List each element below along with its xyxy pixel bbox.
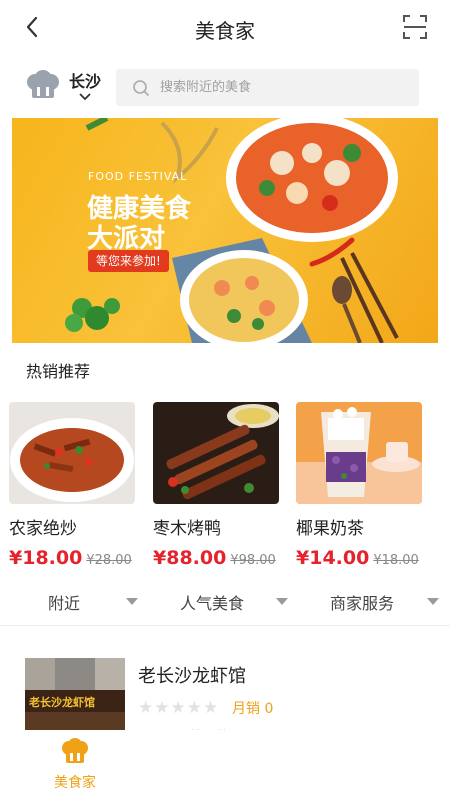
- rating-stars: ★★★★★: [138, 698, 220, 718]
- dish-old-price: ¥28.00: [86, 553, 132, 568]
- dropdown-triangle-icon[interactable]: [126, 598, 138, 605]
- shop-list-item[interactable]: 老长沙龙虾馆 老长沙龙虾馆 ★★★★★ 月销 0 岳麓区 | 特色菜: [0, 646, 450, 745]
- tab-label: 美食家: [54, 775, 96, 791]
- dish-name: 椰果奶茶: [296, 519, 364, 539]
- dish-old-price: ¥98.00: [230, 553, 276, 568]
- dish-price: ¥18.00: [9, 547, 83, 569]
- banner-join-button[interactable]: 等您来参加!: [88, 250, 169, 272]
- section-title-hot: 热销推荐: [26, 362, 91, 381]
- dish-price: ¥88.00: [153, 547, 227, 569]
- banner-subtitle: FOOD FESTIVAL: [88, 170, 188, 183]
- page-title: 美食家: [195, 19, 255, 43]
- sales-label: 月销: [232, 701, 260, 717]
- dish-name: 农家绝炒: [9, 519, 77, 539]
- dish-image: [9, 402, 135, 504]
- banner-food-illustration: [65, 118, 399, 343]
- chef-hat-icon: [62, 738, 88, 763]
- shop-name: 老长沙龙虾馆: [138, 666, 246, 687]
- filter-services[interactable]: 商家服务: [330, 590, 394, 614]
- dish-card[interactable]: 枣木烤鸭 ¥88.00 ¥98.00: [153, 402, 281, 569]
- dish-old-price: ¥18.00: [373, 553, 419, 568]
- city-selector[interactable]: 长沙: [69, 68, 101, 92]
- dish-card[interactable]: 农家绝炒 ¥18.00 ¥28.00: [9, 402, 137, 569]
- sales-count: 0: [264, 701, 274, 717]
- bottom-tab-bar: 美食家: [0, 730, 450, 800]
- dish-price-row: ¥18.00 ¥28.00: [9, 547, 137, 569]
- shop-sign: 老长沙龙虾馆: [29, 696, 95, 709]
- scan-icon[interactable]: [402, 14, 428, 40]
- shop-image: 老长沙龙虾馆: [25, 658, 125, 733]
- chef-hat-icon: [27, 70, 59, 98]
- shop-sales: 月销 0: [232, 698, 273, 718]
- dish-price-row: ¥88.00 ¥98.00: [153, 547, 281, 569]
- dish-price: ¥14.00: [296, 547, 370, 569]
- dish-image: [296, 402, 422, 504]
- dropdown-triangle-icon[interactable]: [276, 598, 288, 605]
- search-input[interactable]: [160, 69, 410, 106]
- filter-nearby[interactable]: 附近: [48, 590, 80, 614]
- search-box[interactable]: [116, 69, 419, 106]
- tab-home[interactable]: 美食家: [38, 738, 112, 792]
- dish-price-row: ¥14.00 ¥18.00: [296, 547, 424, 569]
- search-icon: [133, 80, 150, 97]
- top-bar: 美食家: [0, 0, 450, 58]
- promo-banner[interactable]: FOOD FESTIVAL 健康美食 大派对 等您来参加!: [12, 118, 438, 343]
- dish-image: [153, 402, 279, 504]
- location-search-row: 长沙: [0, 62, 450, 112]
- chevron-down-icon[interactable]: [78, 92, 92, 102]
- dish-card[interactable]: 椰果奶茶 ¥14.00 ¥18.00: [296, 402, 424, 569]
- filter-bar: 附近 人气美食 商家服务: [0, 580, 450, 626]
- filter-popular[interactable]: 人气美食: [180, 590, 244, 614]
- dish-name: 枣木烤鸭: [153, 519, 221, 539]
- dropdown-triangle-icon[interactable]: [427, 598, 439, 605]
